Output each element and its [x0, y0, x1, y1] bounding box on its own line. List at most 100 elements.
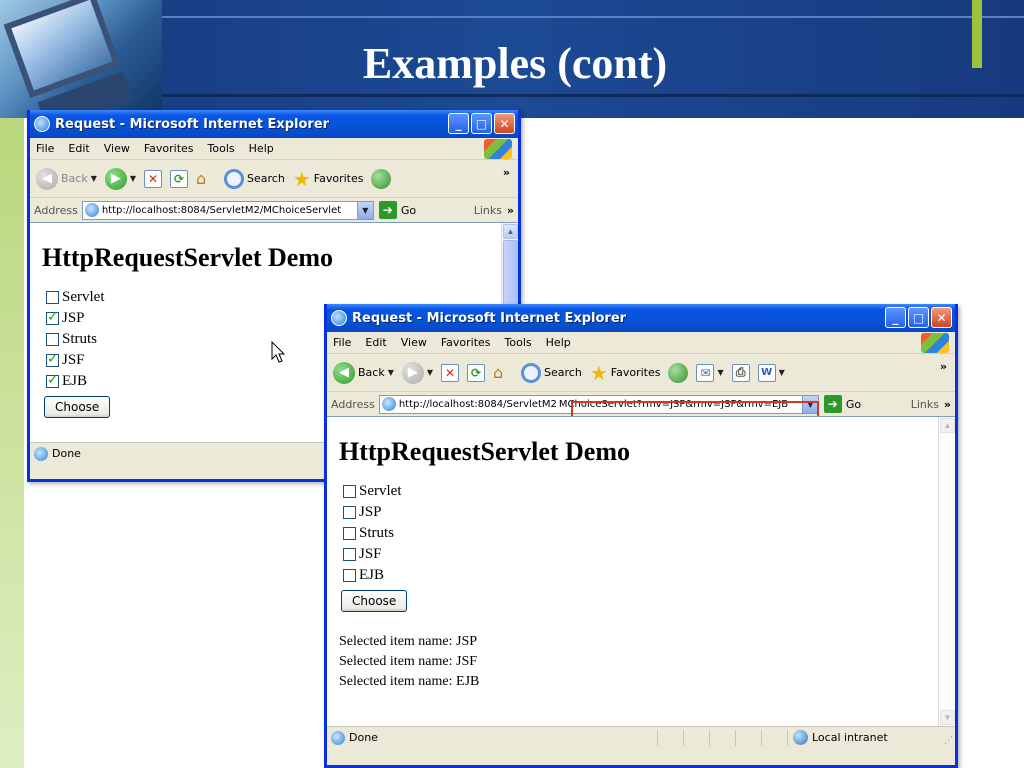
maximize-button[interactable]: □ — [471, 113, 492, 134]
menu-tools[interactable]: Tools — [505, 336, 532, 349]
status-divider — [683, 730, 684, 746]
checkbox-ejb[interactable] — [46, 372, 59, 388]
checkbox-ejb[interactable] — [343, 569, 356, 582]
back-button[interactable]: ◀ Back ▼ — [36, 167, 97, 190]
title-bar[interactable]: Request - Microsoft Internet Explorer _ … — [327, 304, 955, 332]
mail-button[interactable]: ✉ ▼ — [696, 363, 724, 382]
chevron-down-icon[interactable]: ▼ — [388, 368, 394, 377]
links-button[interactable]: Links — [911, 398, 939, 411]
close-button[interactable]: ✕ — [931, 307, 952, 328]
home-icon: ⌂ — [493, 362, 504, 382]
address-url-prefix: http://localhost:8084/ServletM2 — [398, 398, 557, 410]
menu-file[interactable]: File — [36, 142, 54, 155]
toolbar: ◀ Back ▼ ▶ ▼ ✕ ⟳ ⌂ Search ★ Favorites » — [30, 160, 518, 198]
menu-help[interactable]: Help — [249, 142, 274, 155]
header-divider-top — [162, 16, 1024, 18]
close-button[interactable]: ✕ — [494, 113, 515, 134]
address-dropdown-icon[interactable]: ▼ — [356, 201, 373, 219]
address-label: Address — [34, 203, 78, 217]
links-overflow-icon[interactable]: » — [944, 398, 951, 411]
search-button[interactable]: Search — [224, 168, 285, 189]
menu-favorites[interactable]: Favorites — [441, 336, 491, 349]
status-divider — [787, 730, 788, 746]
scroll-down-icon[interactable]: ▼ — [940, 710, 955, 725]
checkbox-struts[interactable] — [343, 527, 356, 540]
status-divider — [657, 730, 658, 746]
menu-favorites[interactable]: Favorites — [144, 142, 194, 155]
media-button[interactable] — [668, 362, 689, 383]
scroll-up-icon[interactable]: ▲ — [940, 418, 955, 433]
option-struts[interactable]: Struts — [343, 523, 955, 544]
chevron-down-icon[interactable]: ▼ — [427, 368, 433, 377]
back-button[interactable]: ◀ Back ▼ — [333, 361, 394, 384]
checkbox-jsf[interactable] — [46, 351, 59, 367]
search-label: Search — [544, 366, 582, 379]
resize-grip-icon[interactable]: ⋰ — [944, 736, 953, 746]
option-jsf[interactable]: JSF — [343, 544, 955, 565]
forward-button[interactable]: ▶ ▼ — [401, 361, 433, 384]
menu-help[interactable]: Help — [546, 336, 571, 349]
stop-icon: ✕ — [441, 363, 460, 382]
search-button[interactable]: Search — [521, 362, 582, 383]
search-icon — [224, 168, 245, 189]
chevron-down-icon[interactable]: ▼ — [779, 368, 785, 377]
media-button[interactable] — [371, 168, 392, 189]
option-ejb[interactable]: EJB — [343, 565, 955, 586]
checkbox-jsp[interactable] — [46, 309, 59, 325]
intranet-globe-icon — [793, 730, 808, 745]
option-label: Servlet — [359, 483, 402, 499]
menu-edit[interactable]: Edit — [68, 142, 89, 155]
forward-button[interactable]: ▶ ▼ — [104, 167, 136, 190]
toolbar-overflow-icon[interactable]: » — [940, 360, 947, 373]
print-icon: ⎙ — [731, 363, 750, 382]
page-content: HttpRequestServlet Demo Servlet JSP Stru… — [327, 416, 955, 726]
checkbox-jsf[interactable] — [343, 548, 356, 561]
edit-button[interactable]: W ▼ — [757, 363, 785, 382]
maximize-button[interactable]: □ — [908, 307, 929, 328]
option-jsp[interactable]: JSP — [343, 502, 955, 523]
menu-file[interactable]: File — [333, 336, 351, 349]
links-overflow-icon[interactable]: » — [507, 204, 514, 217]
menu-view[interactable]: View — [401, 336, 427, 349]
checkbox-struts[interactable] — [46, 333, 59, 346]
toolbar-overflow-icon[interactable]: » — [503, 166, 510, 179]
choose-button[interactable]: Choose — [44, 396, 111, 418]
print-button[interactable]: ⎙ — [731, 363, 750, 382]
menu-edit[interactable]: Edit — [365, 336, 386, 349]
choose-button[interactable]: Choose — [341, 590, 408, 612]
option-label: EJB — [359, 567, 385, 583]
chevron-down-icon[interactable]: ▼ — [91, 174, 97, 183]
favorites-button[interactable]: ★ Favorites — [293, 169, 364, 189]
stop-icon: ✕ — [144, 169, 163, 188]
chevron-down-icon[interactable]: ▼ — [130, 174, 136, 183]
refresh-button[interactable]: ⟳ — [467, 363, 486, 382]
option-servlet[interactable]: Servlet — [343, 481, 955, 502]
selected-item-text: Selected item name: EJB — [339, 674, 480, 689]
title-bar[interactable]: Request - Microsoft Internet Explorer _ … — [30, 110, 518, 138]
back-arrow-icon: ◀ — [333, 361, 355, 384]
minimize-button[interactable]: _ — [885, 307, 906, 328]
scroll-up-icon[interactable]: ▲ — [503, 224, 518, 239]
refresh-button[interactable]: ⟳ — [170, 169, 189, 188]
favorites-button[interactable]: ★ Favorites — [590, 363, 661, 383]
checkbox-servlet[interactable] — [46, 291, 59, 304]
home-button[interactable]: ⌂ — [493, 362, 513, 382]
menu-view[interactable]: View — [104, 142, 130, 155]
vertical-scrollbar[interactable]: ▲ ▼ — [938, 417, 955, 726]
checkbox-servlet[interactable] — [343, 485, 356, 498]
stop-button[interactable]: ✕ — [441, 363, 460, 382]
links-button[interactable]: Links — [474, 204, 502, 217]
chevron-down-icon[interactable]: ▼ — [717, 368, 723, 377]
security-zone[interactable]: Local intranet — [793, 730, 888, 745]
minimize-button[interactable]: _ — [448, 113, 469, 134]
side-accent-bar — [0, 118, 24, 768]
checkbox-jsp[interactable] — [343, 506, 356, 519]
forward-arrow-icon: ▶ — [104, 167, 127, 190]
menu-tools[interactable]: Tools — [208, 142, 235, 155]
go-button[interactable]: ➔ Go — [823, 395, 861, 413]
window-title: Request - Microsoft Internet Explorer — [352, 310, 627, 326]
go-button[interactable]: ➔ Go — [378, 201, 416, 219]
address-input[interactable]: http://localhost:8084/ServletM2/MChoiceS… — [81, 200, 374, 220]
home-button[interactable]: ⌂ — [196, 169, 216, 188]
stop-button[interactable]: ✕ — [144, 169, 163, 188]
